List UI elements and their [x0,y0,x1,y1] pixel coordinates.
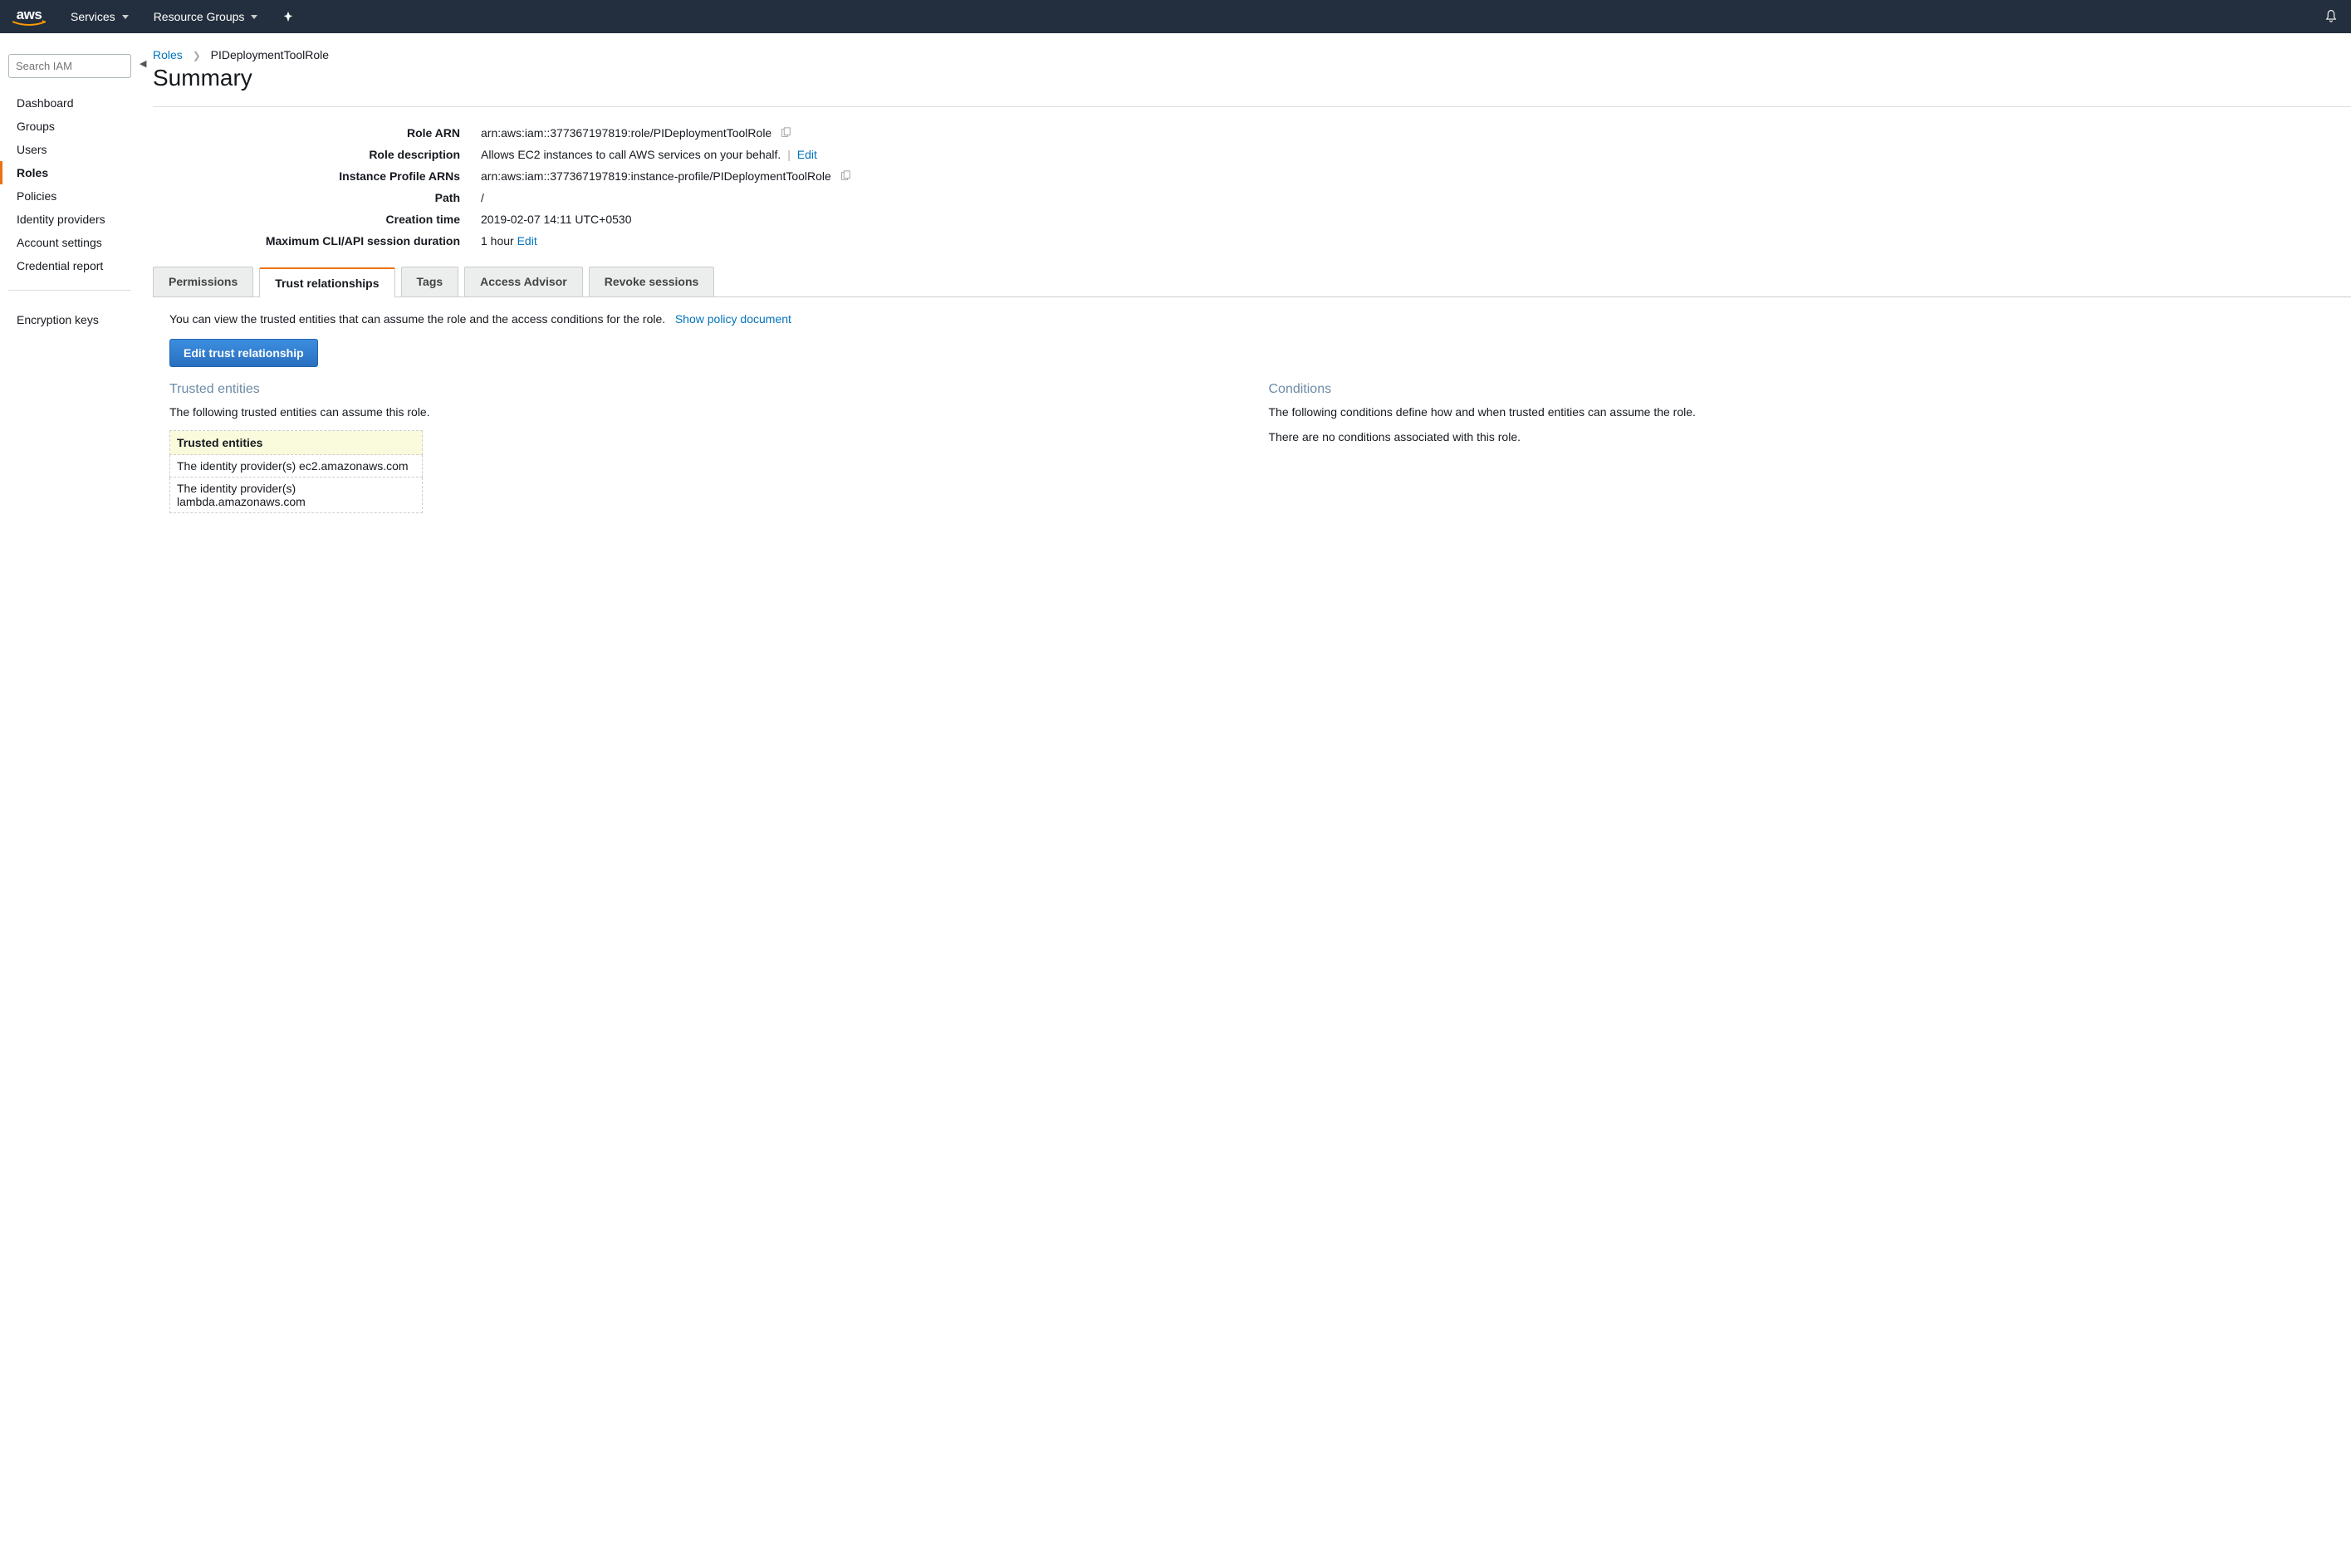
max-session-label: Maximum CLI/API session duration [153,234,481,247]
trust-description: You can view the trusted entities that c… [169,312,665,326]
instance-profile-label: Instance Profile ARNs [153,169,481,183]
top-nav: aws Services Resource Groups [0,0,2351,33]
sidebar-item-policies[interactable]: Policies [0,184,140,208]
sidebar-item-groups[interactable]: Groups [0,115,140,138]
role-arn-label: Role ARN [153,126,481,140]
notifications-button[interactable] [2324,9,2339,24]
path-label: Path [153,191,481,204]
role-desc-label: Role description [153,148,481,161]
pin-icon [282,11,294,22]
search-input[interactable] [8,54,131,78]
copy-icon[interactable] [780,127,791,139]
conditions-title: Conditions [1269,382,2335,397]
tab-access-advisor[interactable]: Access Advisor [464,267,583,296]
trusted-entities-table: Trusted entities The identity provider(s… [169,430,423,513]
tab-revoke-sessions[interactable]: Revoke sessions [589,267,715,296]
sidebar: Dashboard Groups Users Roles Policies Id… [0,33,140,546]
breadcrumb-current: PIDeploymentToolRole [211,48,329,61]
instance-profile-value: arn:aws:iam::377367197819:instance-profi… [481,169,831,183]
trusted-entities-title: Trusted entities [169,382,1236,397]
sidebar-item-dashboard[interactable]: Dashboard [0,91,140,115]
tab-content: You can view the trusted entities that c… [153,296,2351,546]
edit-trust-button[interactable]: Edit trust relationship [169,339,318,367]
aws-logo[interactable]: aws [12,7,46,27]
main-content: Roles ❯ PIDeploymentToolRole Summary Rol… [153,33,2351,546]
services-label: Services [71,10,115,23]
role-summary: Role ARN arn:aws:iam::377367197819:role/… [153,107,2351,267]
table-row: The identity provider(s) ec2.amazonaws.c… [170,455,423,478]
bell-icon [2324,9,2339,24]
tab-trust-relationships[interactable]: Trust relationships [259,267,394,297]
resource-groups-label: Resource Groups [154,10,245,23]
conditions-empty: There are no conditions associated with … [1269,430,2335,443]
edit-description-link[interactable]: Edit [797,148,817,161]
tab-permissions[interactable]: Permissions [153,267,253,296]
sidebar-item-users[interactable]: Users [0,138,140,161]
trusted-entities-desc: The following trusted entities can assum… [169,405,1236,419]
path-value: / [481,191,484,204]
sidebar-item-credential-report[interactable]: Credential report [0,254,140,277]
creation-time-label: Creation time [153,213,481,226]
breadcrumb: Roles ❯ PIDeploymentToolRole [153,48,2351,65]
show-policy-link[interactable]: Show policy document [675,312,791,326]
creation-time-value: 2019-02-07 14:11 UTC+0530 [481,213,631,226]
conditions-desc: The following conditions define how and … [1269,405,2335,419]
breadcrumb-roles-link[interactable]: Roles [153,48,183,61]
resource-groups-menu[interactable]: Resource Groups [154,10,258,23]
page-title: Summary [153,65,2351,91]
tabs: Permissions Trust relationships Tags Acc… [153,267,2351,296]
sidebar-item-account-settings[interactable]: Account settings [0,231,140,254]
divider [8,290,131,291]
chevron-right-icon: ❯ [193,50,201,61]
role-desc-value: Allows EC2 instances to call AWS service… [481,148,781,161]
sidebar-item-identity-providers[interactable]: Identity providers [0,208,140,231]
tab-tags[interactable]: Tags [401,267,459,296]
role-arn-value: arn:aws:iam::377367197819:role/PIDeploym… [481,126,771,140]
chevron-down-icon [251,15,257,19]
edit-session-link[interactable]: Edit [517,234,537,247]
copy-icon[interactable] [840,170,851,182]
sidebar-item-roles[interactable]: Roles [0,161,140,184]
pin-button[interactable] [282,11,294,22]
table-row: The identity provider(s) lambda.amazonaw… [170,478,423,513]
trusted-entities-header: Trusted entities [170,431,423,455]
max-session-value: 1 hour [481,234,514,247]
sidebar-item-encryption-keys[interactable]: Encryption keys [0,308,140,331]
services-menu[interactable]: Services [71,10,129,23]
chevron-down-icon [122,15,129,19]
sidebar-collapse-button[interactable]: ◀ [140,33,153,546]
